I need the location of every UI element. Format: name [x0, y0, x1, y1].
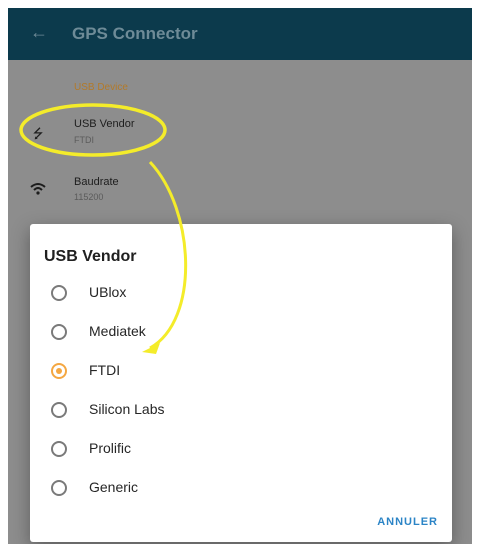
annotation-overlay: [19, 103, 188, 354]
annotation-arrowhead: [142, 343, 160, 354]
highlight-ellipse: [19, 103, 167, 157]
annotation-arrow: [148, 160, 188, 350]
